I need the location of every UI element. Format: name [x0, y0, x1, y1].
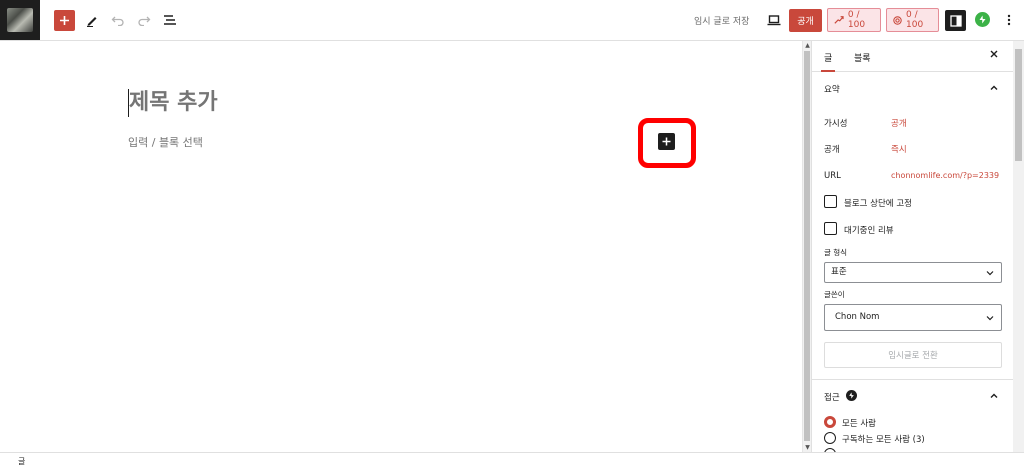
visibility-toggle[interactable]: 공개 — [891, 117, 907, 129]
post-format-value: 표준 — [831, 267, 847, 277]
pending-review-label: 대기중인 리뷰 — [844, 226, 894, 236]
chevron-down-icon — [986, 315, 994, 320]
publish-date-label: 공개 — [824, 145, 840, 155]
site-icon-button[interactable] — [0, 0, 40, 40]
more-vertical-icon — [1007, 14, 1011, 26]
plus-icon — [60, 16, 69, 25]
breadcrumb[interactable]: 글 — [18, 456, 25, 467]
list-view-icon — [164, 15, 176, 25]
jetpack-bolt-icon — [979, 15, 986, 24]
redo-icon — [138, 16, 151, 26]
settings-sidebar: 글 블록 요약 가시성 공개 공개 즉시 URL chonnomlife.com… — [811, 41, 1013, 452]
readability-score-value: 0 / 100 — [906, 10, 924, 30]
plus-icon — [662, 137, 671, 146]
tab-block[interactable]: 블록 — [854, 51, 871, 64]
publish-date-toggle[interactable]: 즉시 — [891, 143, 907, 155]
scroll-down-arrow[interactable]: ▼ — [804, 444, 811, 451]
post-format-select[interactable]: 표준 — [824, 262, 1002, 283]
url-label: URL — [824, 171, 841, 181]
pencil-icon — [87, 17, 97, 27]
summary-panel-toggle[interactable]: 요약 — [812, 73, 1013, 103]
access-panel-toggle[interactable]: 접근 — [812, 381, 1013, 411]
sticky-label: 블로그 상단에 고정 — [844, 199, 912, 209]
readability-target-icon — [893, 15, 902, 25]
default-block-appender[interactable]: 입력 / 블록 선택 — [128, 134, 203, 150]
close-icon — [990, 50, 998, 58]
url-toggle[interactable]: chonnomlife.com/?p=2339 — [891, 171, 999, 180]
inline-block-inserter-button[interactable] — [658, 133, 675, 150]
undo-icon — [111, 16, 124, 26]
editor-header: 임시 글로 저장 공개 0 / 100 0 / 100 — [0, 0, 1024, 41]
access-subscribers-radio[interactable] — [824, 432, 836, 444]
post-format-label: 글 형식 — [824, 248, 848, 257]
access-subscribers-label: 구독하는 모든 사람 (3) — [842, 435, 925, 445]
save-draft-button[interactable]: 임시 글로 저장 — [694, 14, 749, 27]
access-everyone-label: 모든 사람 — [842, 419, 876, 429]
author-value: Chon Nom — [835, 312, 880, 322]
editor-footer: 글 — [0, 452, 1024, 469]
jetpack-button[interactable] — [975, 12, 990, 27]
pending-review-checkbox[interactable] — [824, 222, 837, 235]
undo-button[interactable] — [108, 10, 128, 30]
author-select[interactable]: Chon Nom — [824, 304, 1002, 331]
chevron-up-icon — [990, 393, 998, 398]
readability-score-button[interactable]: 0 / 100 — [886, 8, 939, 32]
switch-to-draft-button[interactable]: 임시글로 전환 — [824, 342, 1002, 368]
seo-score-button[interactable]: 0 / 100 — [827, 8, 881, 32]
visibility-label: 가시성 — [824, 119, 848, 129]
document-overview-button[interactable] — [160, 10, 180, 30]
canvas-scroll-thumb[interactable] — [804, 51, 810, 441]
publish-button[interactable]: 공개 — [789, 9, 822, 32]
canvas-scrollbar[interactable]: ▲ ▼ — [802, 41, 811, 452]
sidebar-scrollbar[interactable] — [1013, 41, 1024, 452]
close-sidebar-button[interactable] — [989, 49, 1001, 61]
sidebar-icon — [949, 14, 962, 27]
block-inserter-toggle-button[interactable] — [54, 10, 75, 31]
chevron-up-icon — [990, 85, 998, 90]
editor-canvas[interactable]: 제목 추가 입력 / 블록 선택 — [0, 41, 802, 452]
author-label: 글쓴이 — [824, 290, 845, 299]
seo-score-value: 0 / 100 — [847, 10, 866, 30]
sticky-checkbox[interactable] — [824, 195, 837, 208]
tab-post[interactable]: 글 — [820, 51, 836, 72]
chevron-down-icon — [986, 270, 994, 275]
seo-rocket-icon — [834, 16, 844, 24]
site-logo-image — [7, 8, 33, 32]
summary-panel-title: 요약 — [824, 85, 840, 95]
post-title-input[interactable]: 제목 추가 — [128, 89, 218, 117]
access-panel-title: 접근 — [824, 393, 840, 403]
redo-button[interactable] — [134, 10, 154, 30]
scroll-up-arrow[interactable]: ▲ — [804, 42, 811, 49]
access-everyone-radio[interactable] — [824, 416, 836, 428]
settings-sidebar-toggle[interactable] — [945, 10, 966, 31]
tools-button[interactable] — [82, 10, 102, 30]
preview-button[interactable] — [764, 10, 784, 30]
sidebar-tabs: 글 블록 — [812, 41, 1013, 72]
jetpack-access-icon — [846, 390, 857, 401]
options-menu-button[interactable] — [1002, 11, 1016, 29]
sidebar-scroll-thumb[interactable] — [1015, 49, 1022, 161]
panel-divider — [812, 379, 1013, 380]
laptop-icon — [767, 14, 781, 25]
